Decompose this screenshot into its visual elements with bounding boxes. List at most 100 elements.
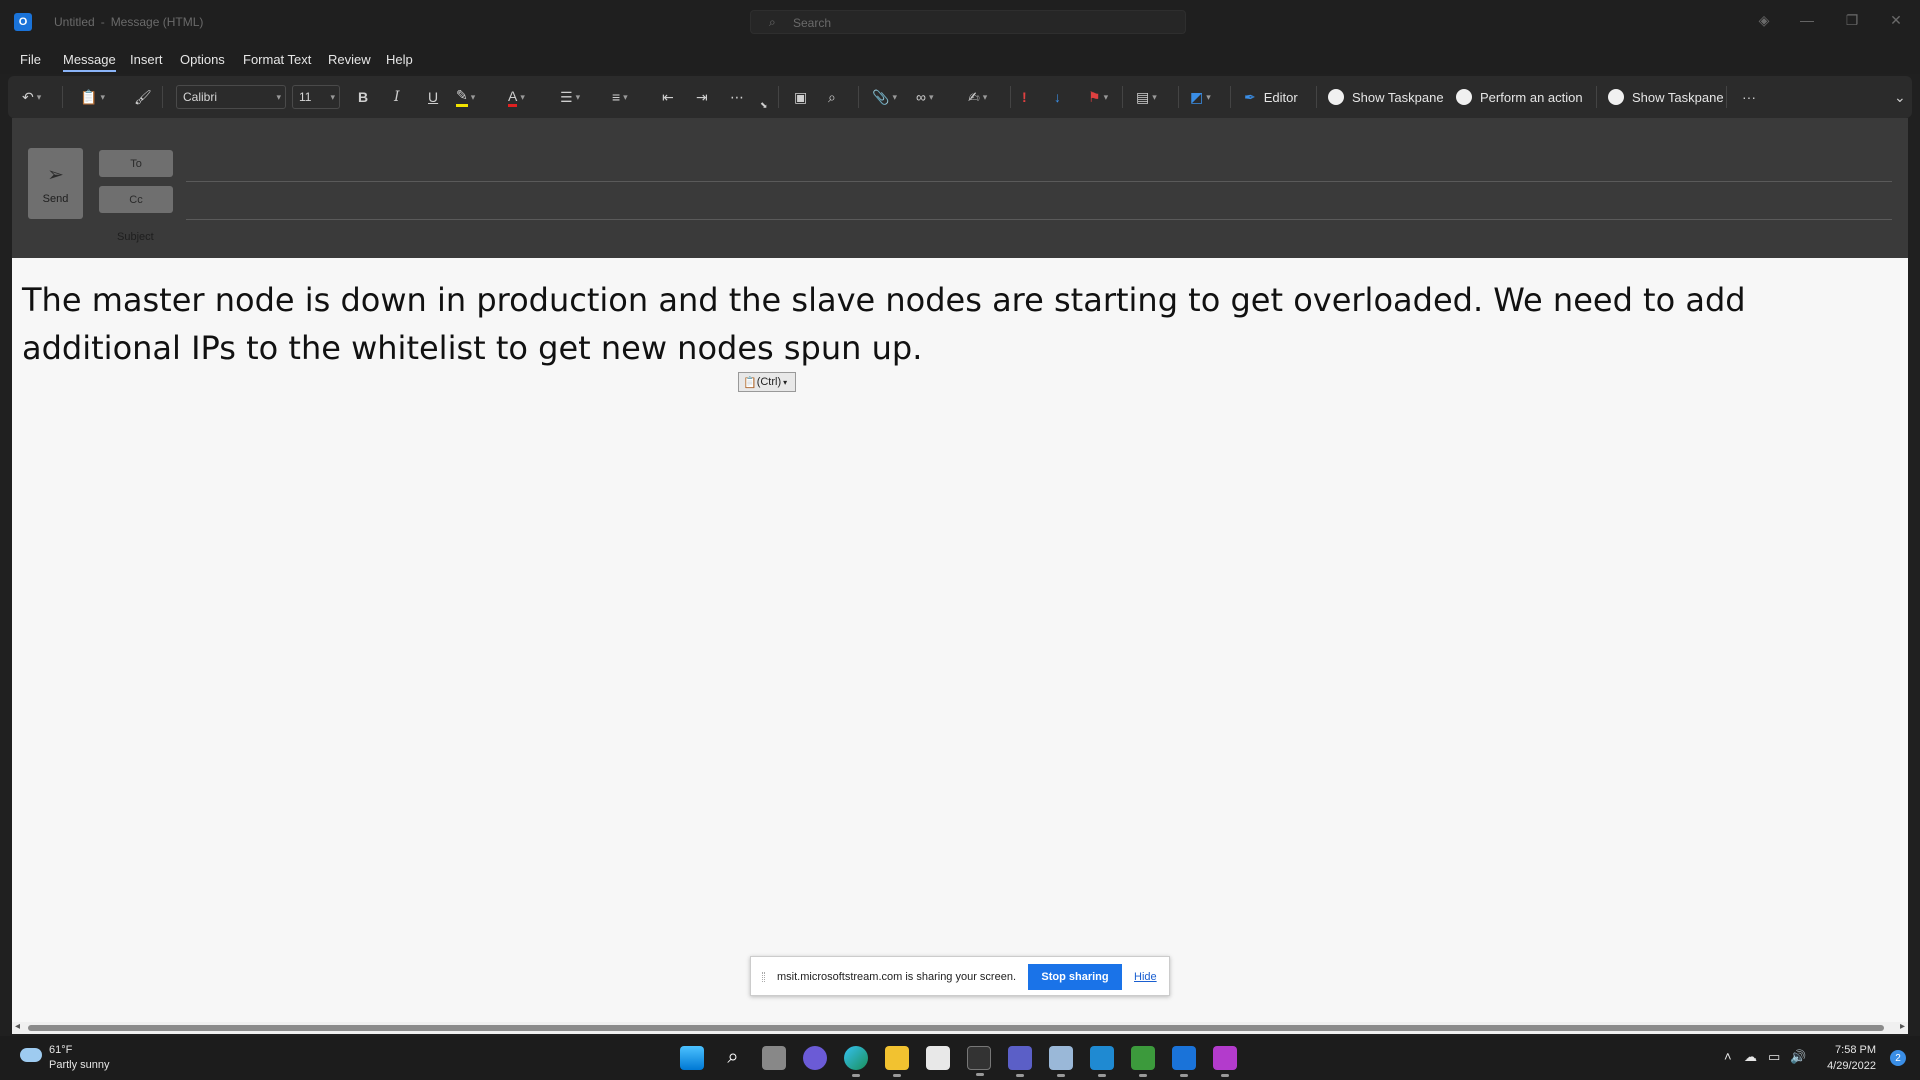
terminal-icon[interactable] [967, 1046, 991, 1076]
task-view-icon[interactable] [762, 1046, 786, 1070]
more-commands-button[interactable]: ··· [1742, 76, 1756, 118]
send-button[interactable]: ➢ Send [28, 148, 83, 219]
attach-file-button[interactable]: 📎 ▾ [872, 76, 897, 118]
search-input[interactable]: ⌕ Search [750, 10, 1186, 34]
scrollbar-thumb[interactable] [28, 1025, 1884, 1031]
numbering-button[interactable]: ≡ ▾ [612, 76, 628, 118]
diamond-icon[interactable]: ◈ [1754, 12, 1774, 29]
edge-browser-icon[interactable] [844, 1046, 868, 1077]
vscode-icon[interactable] [1090, 1046, 1114, 1077]
undo-button[interactable]: ↶ ▾ [22, 76, 41, 118]
message-body-text[interactable]: The master node is down in production an… [22, 276, 1902, 372]
search-icon[interactable]: ⌕ [721, 1046, 745, 1070]
menu-review[interactable]: Review [328, 52, 371, 67]
menu-options[interactable]: Options [180, 52, 225, 67]
low-importance-icon: ↓ [1054, 89, 1061, 105]
chevron-up-icon[interactable]: ˄ [1724, 1049, 1732, 1064]
bold-button[interactable]: B [358, 76, 368, 118]
taskbar: 61°F Partly sunny ⌕ ˄ ☁ ▭ 🔊 7:58 PM 4/29… [0, 1036, 1920, 1080]
paste-button[interactable]: 📋 ▾ [80, 76, 105, 118]
more-formatting-button[interactable]: ⋯ [730, 76, 744, 118]
ribbon-divider [1316, 86, 1317, 108]
signature-button[interactable]: ✍ ▾ [968, 76, 987, 118]
ribbon-divider [1596, 86, 1597, 108]
clock-time[interactable]: 7:58 PM [1835, 1044, 1876, 1056]
onenote-icon[interactable] [1213, 1046, 1237, 1077]
font-name-select[interactable]: Calibri ▾ [176, 85, 286, 109]
font-size-select[interactable]: 11 ▾ [292, 85, 340, 109]
scroll-left-icon[interactable]: ◂ [15, 1021, 20, 1032]
italic-button[interactable]: I [394, 76, 400, 118]
link-button[interactable]: ∞ ▾ [916, 76, 934, 118]
minimize-button[interactable]: — [1797, 12, 1817, 28]
bullets-button[interactable]: ☰ ▾ [560, 76, 580, 118]
increase-indent-button[interactable]: ⇥ [696, 76, 708, 118]
address-book-button[interactable]: ▣ [794, 76, 807, 118]
high-importance-button[interactable]: ! [1022, 76, 1027, 118]
chevron-down-icon: ⌄ [1894, 88, 1906, 105]
show-taskpane-button-1[interactable]: Show Taskpane [1328, 76, 1444, 118]
clock-date[interactable]: 4/29/2022 [1827, 1060, 1876, 1072]
menu-file[interactable]: File [20, 52, 41, 67]
format-painter-button[interactable]: 🖌 [134, 76, 152, 118]
show-taskpane-button-2[interactable]: Show Taskpane [1608, 76, 1724, 118]
onedrive-cloud-icon[interactable]: ☁ [1744, 1049, 1757, 1065]
low-importance-button[interactable]: ↓ [1054, 76, 1061, 118]
stop-sharing-button[interactable]: Stop sharing [1028, 964, 1122, 990]
cc-button[interactable]: Cc [99, 186, 173, 213]
file-explorer-icon[interactable] [885, 1046, 909, 1077]
close-button[interactable]: ✕ [1886, 12, 1906, 29]
paste-options-button[interactable]: 📋 (Ctrl) ▾ [738, 372, 796, 392]
dictate-button[interactable]: ◩ ▾ [1190, 76, 1211, 118]
ribbon-divider [162, 86, 163, 108]
volume-icon[interactable]: 🔊 [1790, 1049, 1806, 1065]
menu-format-text[interactable]: Format Text [243, 52, 311, 67]
highlight-button[interactable]: ✎ ▾ [456, 76, 475, 118]
scroll-right-icon[interactable]: ▸ [1900, 1021, 1905, 1032]
nodejs-icon[interactable] [1131, 1046, 1155, 1077]
photos-icon[interactable] [1049, 1046, 1073, 1077]
weather-cloud-icon[interactable] [20, 1048, 42, 1062]
ribbon-divider [1726, 86, 1727, 108]
cc-field[interactable] [186, 219, 1892, 220]
check-names-button[interactable]: ⌕ [828, 76, 836, 118]
ribbon-divider [1010, 86, 1011, 108]
horizontal-scrollbar[interactable]: ◂ ▸ [12, 1021, 1908, 1034]
weather-description[interactable]: Partly sunny [49, 1059, 110, 1071]
drag-handle-icon[interactable] [762, 972, 765, 982]
dictate-icon: ◩ [1190, 88, 1204, 105]
addin-icon [1608, 89, 1624, 105]
menu-help[interactable]: Help [386, 52, 413, 67]
chevron-down-icon: ▾ [982, 91, 988, 102]
menu-insert[interactable]: Insert [130, 52, 163, 67]
compose-header [12, 118, 1908, 258]
chevron-down-icon: ▾ [1103, 91, 1109, 102]
menu-message[interactable]: Message [63, 52, 116, 72]
to-field[interactable] [186, 181, 1892, 182]
to-button[interactable]: To [99, 150, 173, 177]
weather-temperature[interactable]: 61°F [49, 1044, 72, 1056]
network-icon[interactable]: ▭ [1768, 1049, 1780, 1065]
underline-button[interactable]: U [428, 76, 438, 118]
decrease-indent-button[interactable]: ⇤ [662, 76, 674, 118]
store-icon[interactable] [926, 1046, 950, 1070]
outlook-icon[interactable] [1172, 1046, 1196, 1077]
chevron-down-icon: ▾ [330, 92, 335, 102]
restore-button[interactable]: ❐ [1842, 12, 1862, 29]
font-color-button[interactable]: A ▾ [508, 76, 525, 118]
window-title: Untitled - Message (HTML) [54, 15, 203, 29]
notification-badge[interactable]: 2 [1890, 1050, 1906, 1066]
teams-icon[interactable] [1008, 1046, 1032, 1077]
editor-button[interactable]: ✒ Editor [1244, 76, 1298, 118]
perform-action-button[interactable]: Perform an action [1456, 76, 1583, 118]
title-document-name: Untitled [54, 15, 95, 29]
menu-bar: File Message Insert Options Format Text … [0, 44, 1920, 74]
sensitivity-button[interactable]: ▤ ▾ [1136, 76, 1157, 118]
windows-start-icon[interactable] [680, 1046, 704, 1070]
chat-icon[interactable] [803, 1046, 827, 1070]
message-body[interactable] [12, 258, 1908, 1024]
chevron-down-icon: ▾ [928, 91, 934, 102]
hide-link[interactable]: Hide [1134, 971, 1157, 983]
follow-up-button[interactable]: ⚑ ▾ [1088, 76, 1108, 118]
collapse-ribbon-button[interactable]: ⌄ [1894, 76, 1906, 118]
